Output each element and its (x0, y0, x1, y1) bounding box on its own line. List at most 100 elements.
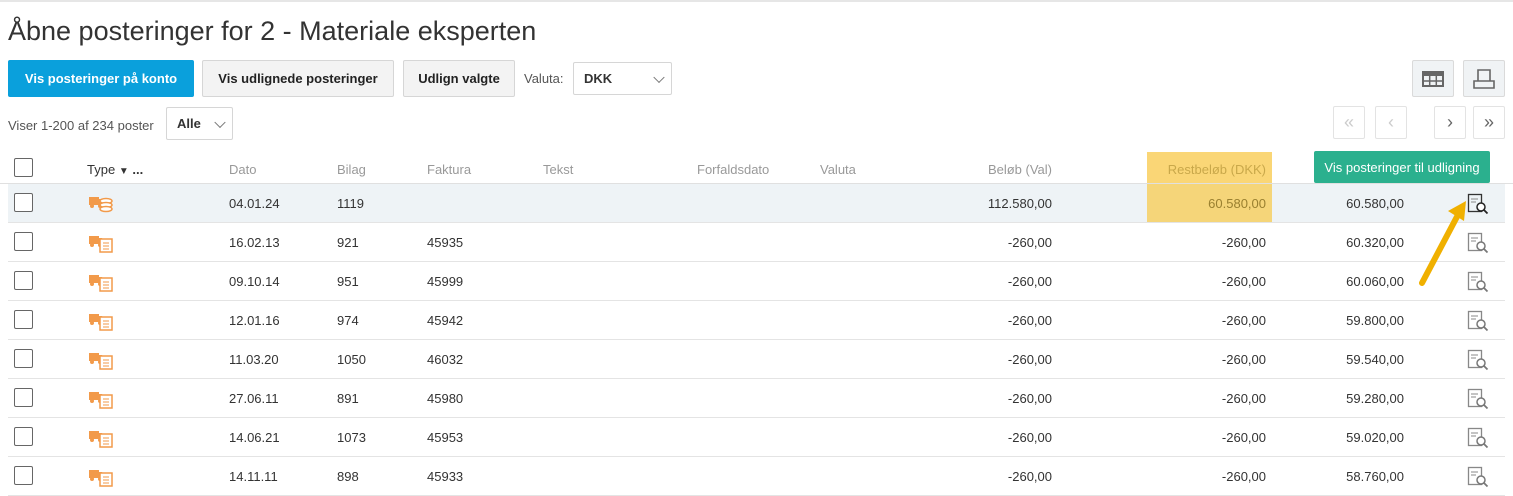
currency-select[interactable]: DKK (573, 62, 672, 95)
cell-bilag: 898 (337, 469, 359, 484)
filter-value: Alle (177, 116, 201, 131)
cell-faktura: 45933 (427, 469, 464, 484)
row-checkbox[interactable] (14, 427, 33, 446)
paging-info: Viser 1-200 af 234 poster (8, 118, 154, 133)
view-entries-icon[interactable] (1467, 466, 1489, 488)
print-button[interactable] (1463, 60, 1505, 97)
col-belob[interactable]: Beløb (Val) (988, 162, 1052, 177)
view-entries-icon[interactable] (1467, 349, 1489, 371)
col-faktura[interactable]: Faktura (427, 162, 471, 177)
cell-faktura: 45953 (427, 430, 464, 445)
cell-bilag: 1119 (337, 196, 364, 211)
col-tekst[interactable]: Tekst (543, 162, 573, 177)
settle-selected-button[interactable]: Udlign valgte (403, 60, 515, 97)
cell-rest: -260,00 (1221, 313, 1266, 328)
cell-saldo: 60.580,00 (1346, 196, 1404, 211)
cell-bilag: 1050 (337, 352, 366, 367)
cell-belob: -260,00 (1007, 391, 1052, 406)
view-entries-icon[interactable] (1467, 427, 1489, 449)
truck-invoice-icon (89, 392, 113, 409)
row-checkbox[interactable] (14, 232, 33, 251)
col-forfald[interactable]: Forfaldsdato (697, 162, 769, 177)
col-rest[interactable]: Restbeløb (DKK) (1168, 162, 1266, 177)
cell-saldo: 59.280,00 (1346, 391, 1404, 406)
cell-bilag: 891 (337, 391, 359, 406)
arrow-annotation (1419, 201, 1466, 286)
cell-faktura: 46032 (427, 352, 464, 367)
cell-belob: -260,00 (1007, 430, 1052, 445)
truck-invoice-icon (89, 431, 113, 448)
prev-page-button[interactable]: ‹ (1375, 106, 1407, 139)
columns-button[interactable] (1412, 60, 1454, 97)
cell-dato: 16.02.13 (229, 235, 280, 250)
currency-label: Valuta: (524, 71, 564, 86)
table-row[interactable]: 27.06.11 891 45980 -260,00 -260,00 59.280,00 (8, 379, 1505, 418)
first-page-button[interactable]: « (1333, 106, 1365, 139)
cell-dato: 27.06.11 (229, 391, 279, 406)
cell-saldo: 59.020,00 (1346, 430, 1404, 445)
show-on-account-button[interactable]: Vis posteringer på konto (8, 60, 194, 97)
cell-faktura: 45942 (427, 313, 464, 328)
cell-rest: -260,00 (1221, 391, 1266, 406)
row-checkbox[interactable] (14, 388, 33, 407)
cell-dato: 14.11.11 (229, 469, 278, 484)
chevron-down-icon (653, 71, 665, 83)
col-type[interactable]: Type ▼ ... (87, 162, 143, 177)
next-page-button[interactable]: › (1434, 106, 1466, 139)
table-header: Type ▼ ... Dato Bilag Faktura Tekst Forf… (0, 152, 1513, 184)
last-page-button[interactable]: » (1473, 106, 1505, 139)
cell-rest: -260,00 (1221, 235, 1266, 250)
row-checkbox[interactable] (14, 466, 33, 485)
page-title: Åbne posteringer for 2 - Materiale ekspe… (8, 16, 537, 46)
table-row[interactable]: 14.11.11 898 45933 -260,00 -260,00 58.760,00 (8, 457, 1505, 496)
table-row[interactable]: 09.10.14 951 45999 -260,00 -260,00 60.060,00 (8, 262, 1505, 301)
cell-belob: -260,00 (1007, 274, 1052, 289)
cell-belob: 112.580,00 (987, 196, 1052, 211)
cell-dato: 09.10.14 (229, 274, 280, 289)
filter-select[interactable]: Alle (166, 107, 233, 140)
table-grid-icon (1422, 70, 1444, 87)
cell-faktura: 45999 (427, 274, 464, 289)
cell-saldo: 60.320,00 (1346, 235, 1404, 250)
cell-belob: -260,00 (1007, 235, 1052, 250)
cell-saldo: 59.800,00 (1346, 313, 1404, 328)
truck-invoice-icon (89, 470, 113, 487)
cell-bilag: 951 (337, 274, 359, 289)
show-settled-button[interactable]: Vis udlignede posteringer (202, 60, 394, 97)
truck-invoice-icon (89, 314, 113, 331)
row-checkbox[interactable] (14, 193, 33, 212)
row-checkbox[interactable] (14, 349, 33, 368)
cell-belob: -260,00 (1007, 313, 1052, 328)
print-icon (1473, 68, 1495, 89)
col-valuta[interactable]: Valuta (820, 162, 856, 177)
tooltip: Vis posteringer til udligning (1314, 151, 1490, 183)
table-row[interactable]: 04.01.24 1119 112.580,00 60.580,00 60.580,00 (8, 184, 1505, 223)
cell-rest: 60.580,00 (1208, 196, 1266, 211)
truck-coins-icon (89, 197, 113, 213)
cell-belob: -260,00 (1007, 469, 1052, 484)
cell-belob: -260,00 (1007, 352, 1052, 367)
view-entries-icon[interactable] (1467, 310, 1489, 332)
cell-bilag: 1073 (337, 430, 366, 445)
currency-value: DKK (584, 71, 613, 86)
row-checkbox[interactable] (14, 271, 33, 290)
table-row[interactable]: 14.06.21 1073 45953 -260,00 -260,00 59.020,00 (8, 418, 1505, 457)
cell-saldo: 60.060,00 (1346, 274, 1404, 289)
cell-rest: -260,00 (1221, 430, 1266, 445)
view-entries-icon[interactable] (1467, 388, 1489, 410)
cell-rest: -260,00 (1221, 274, 1266, 289)
cell-saldo: 59.540,00 (1346, 352, 1404, 367)
cell-dato: 11.03.20 (229, 352, 279, 367)
col-bilag[interactable]: Bilag (337, 162, 366, 177)
table-row[interactable]: 12.01.16 974 45942 -260,00 -260,00 59.800,00 (8, 301, 1505, 340)
row-checkbox[interactable] (14, 310, 33, 329)
chevron-down-icon (214, 116, 226, 128)
cell-dato: 04.01.24 (229, 196, 280, 211)
table-row[interactable]: 11.03.20 1050 46032 -260,00 -260,00 59.540,00 (8, 340, 1505, 379)
truck-invoice-icon (89, 236, 113, 253)
table-row[interactable]: 16.02.13 921 45935 -260,00 -260,00 60.320,00 (8, 223, 1505, 262)
col-dato[interactable]: Dato (229, 162, 256, 177)
select-all-checkbox[interactable] (14, 158, 33, 177)
truck-invoice-icon (89, 275, 113, 292)
truck-invoice-icon (89, 353, 113, 370)
